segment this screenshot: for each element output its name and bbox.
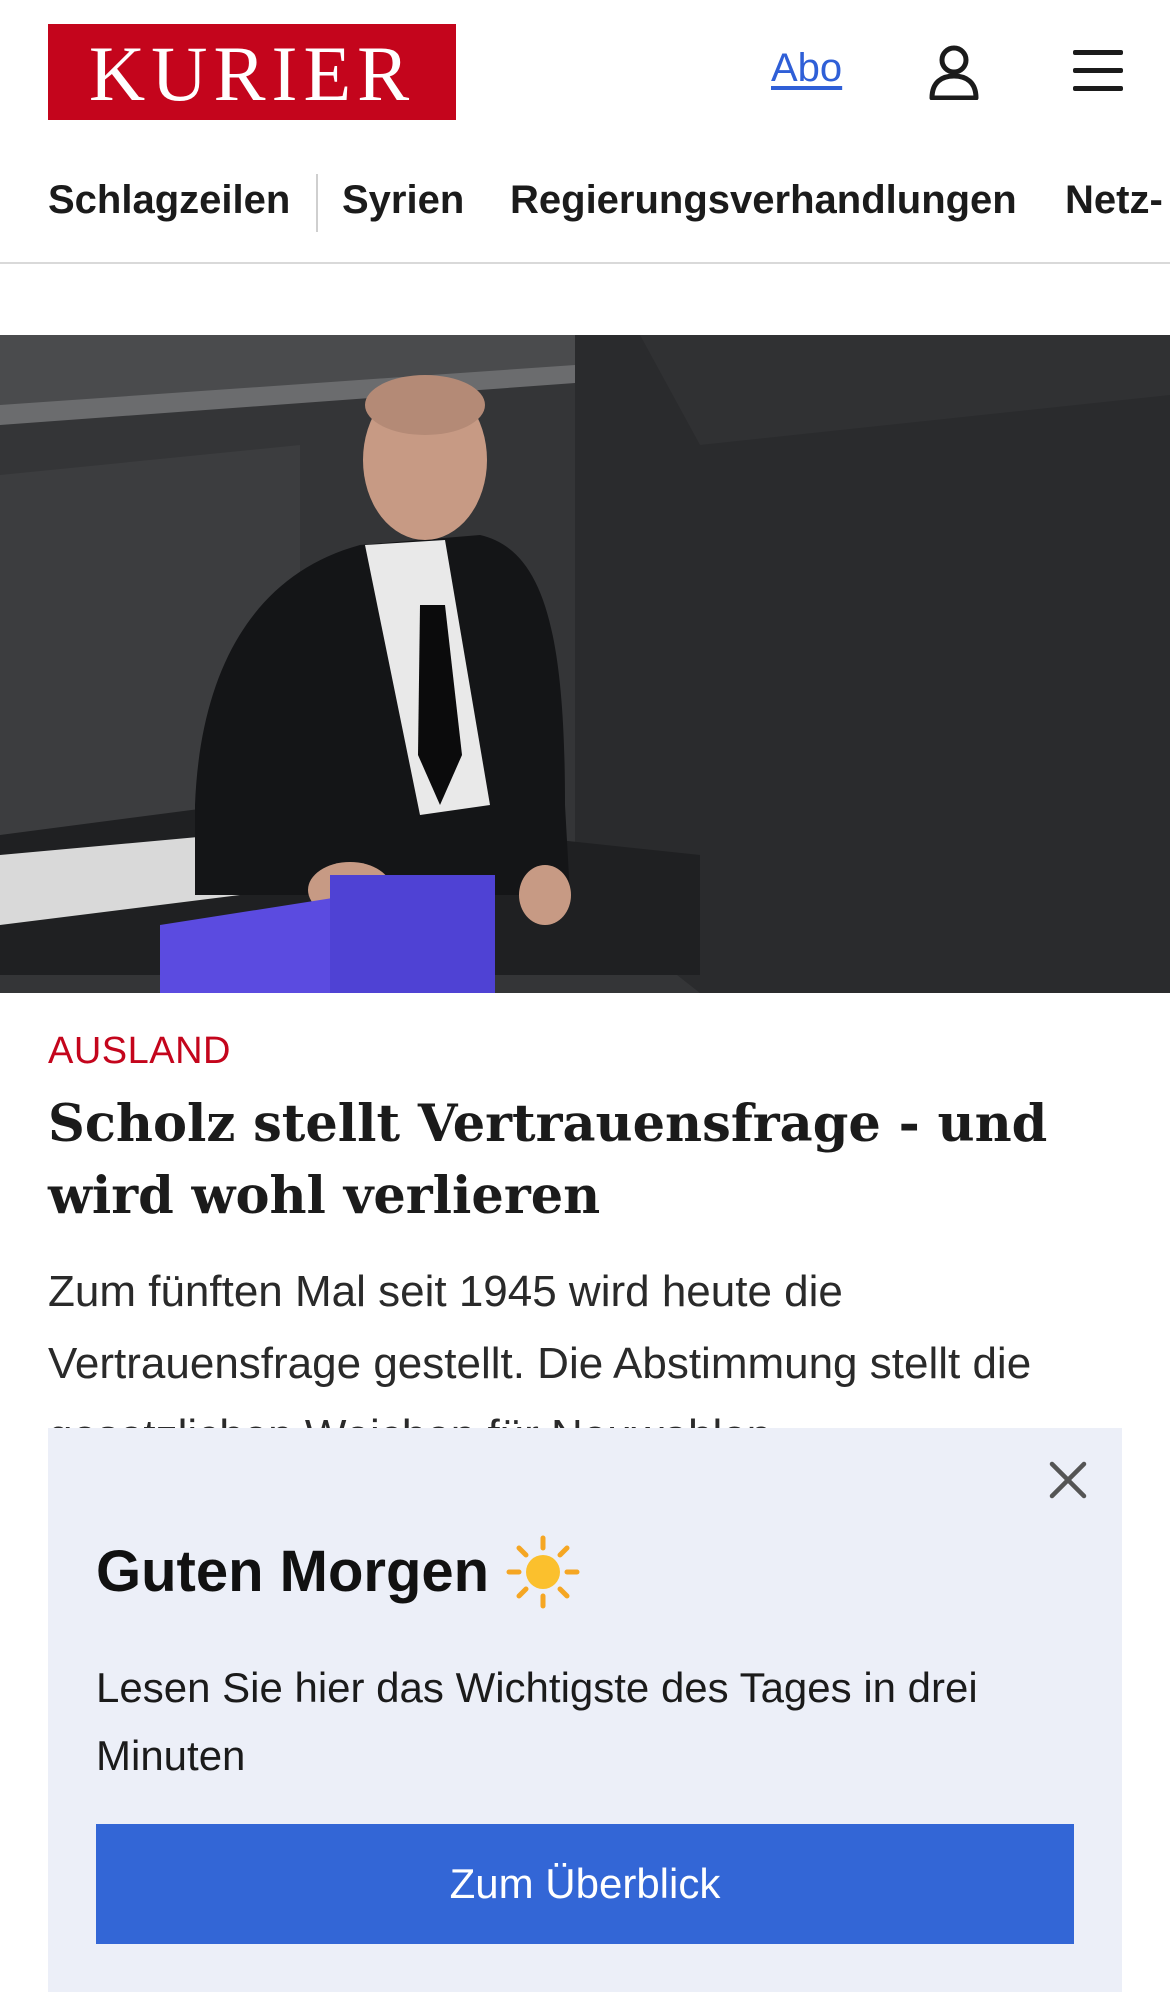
article-category[interactable]: AUSLAND <box>48 1030 231 1073</box>
nav-item-schlagzeilen[interactable]: Schlagzeilen <box>48 180 290 220</box>
abo-link[interactable]: Abo <box>771 46 842 91</box>
nav-divider <box>316 174 318 232</box>
zum-ueberblick-button[interactable]: Zum Überblick <box>96 1824 1074 1944</box>
nav-item-netz[interactable]: Netz- <box>1065 180 1163 220</box>
page: KURIER Abo Schlagzeilen Syrien Regierung… <box>0 0 1170 1992</box>
briefing-description: Lesen Sie hier das Wichtigste des Tages … <box>96 1664 978 1779</box>
article-teaser: Zum fünften Mal seit 1945 wird heute die… <box>48 1267 1032 1432</box>
briefing-title: Guten Morgen <box>96 1534 581 1610</box>
briefing-title-text: Guten Morgen <box>96 1539 490 1604</box>
article-headline[interactable]: Scholz stellt Vertrauensfrage - und wird… <box>48 1088 1128 1232</box>
kurier-logo[interactable]: KURIER <box>48 24 456 120</box>
logo-text: KURIER <box>88 30 416 117</box>
article-hero-image[interactable] <box>0 335 1170 993</box>
nav-item-regierungsverhandlungen[interactable]: Regierungsverhandlungen <box>510 180 1017 220</box>
topic-nav: Schlagzeilen Syrien Regierungsverhandlun… <box>0 160 1170 264</box>
hamburger-menu-icon[interactable] <box>1071 48 1125 94</box>
user-icon[interactable] <box>928 44 980 101</box>
site-header: KURIER Abo <box>0 0 1170 150</box>
sun-icon <box>505 1534 581 1610</box>
close-icon[interactable] <box>1046 1458 1090 1502</box>
nav-item-syrien[interactable]: Syrien <box>342 180 464 220</box>
